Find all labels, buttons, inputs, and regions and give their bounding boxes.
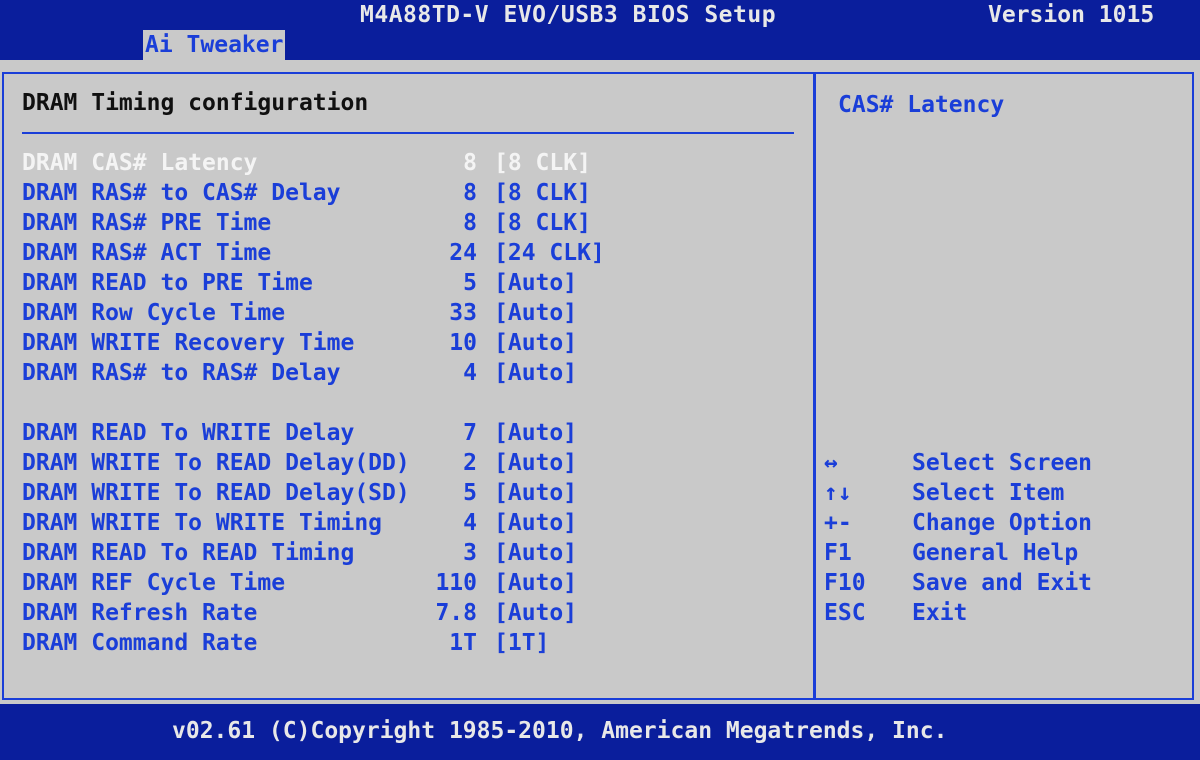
setting-row-command-rate[interactable]: DRAM Command Rate 1T [1T] bbox=[22, 630, 802, 660]
setting-value: 4 bbox=[463, 360, 477, 386]
plus-minus-icon: +- bbox=[824, 510, 852, 536]
setting-row-ras-to-cas-delay[interactable]: DRAM RAS# to CAS# Delay 8 [8 CLK] bbox=[22, 180, 802, 210]
setting-row-refresh-rate[interactable]: DRAM Refresh Rate 7.8 [Auto] bbox=[22, 600, 802, 630]
setting-value: 8 bbox=[463, 210, 477, 236]
setting-value: 8 bbox=[463, 150, 477, 176]
setting-option[interactable]: [Auto] bbox=[494, 600, 577, 626]
key-hint-save-exit: F10 Save and Exit bbox=[824, 570, 1184, 600]
setting-option[interactable]: [Auto] bbox=[494, 540, 577, 566]
setting-option[interactable]: [Auto] bbox=[494, 420, 577, 446]
key-hint-label: Save and Exit bbox=[912, 570, 1093, 596]
setting-row-cas-latency[interactable]: DRAM CAS# Latency 8 [8 CLK] bbox=[22, 150, 802, 180]
tab-ai-tweaker[interactable]: Ai Tweaker bbox=[143, 30, 286, 60]
setting-row-ref-cycle-time[interactable]: DRAM REF Cycle Time 110 [Auto] bbox=[22, 570, 802, 600]
setting-option[interactable]: [8 CLK] bbox=[494, 210, 591, 236]
key-hint-change-option: +- Change Option bbox=[824, 510, 1184, 540]
setting-value: 110 bbox=[435, 570, 477, 596]
setting-row-write-to-write-timing[interactable]: DRAM WRITE To WRITE Timing 4 [Auto] bbox=[22, 510, 802, 540]
setting-option[interactable]: [8 CLK] bbox=[494, 180, 591, 206]
setting-label: DRAM Refresh Rate bbox=[22, 600, 258, 626]
setting-value: 33 bbox=[449, 300, 477, 326]
up-down-arrows-icon: ↑↓ bbox=[824, 480, 852, 506]
setting-row-read-to-read-timing[interactable]: DRAM READ To READ Timing 3 [Auto] bbox=[22, 540, 802, 570]
key-hint-label: Select Item bbox=[912, 480, 1065, 506]
bios-version: Version 1015 bbox=[988, 2, 1155, 28]
key-hint-exit: ESC Exit bbox=[824, 600, 1184, 630]
setting-row-write-recovery-time[interactable]: DRAM WRITE Recovery Time 10 [Auto] bbox=[22, 330, 802, 360]
copyright-text: v02.61 (C)Copyright 1985-2010, American … bbox=[172, 718, 948, 744]
setting-label: DRAM REF Cycle Time bbox=[22, 570, 286, 596]
help-title: CAS# Latency bbox=[838, 92, 1005, 118]
setting-value: 2 bbox=[463, 450, 477, 476]
setting-value: 5 bbox=[463, 270, 477, 296]
section-rule bbox=[22, 132, 794, 134]
setting-label: DRAM WRITE To READ Delay(DD) bbox=[22, 450, 410, 476]
main-area: DRAM Timing configuration DRAM CAS# Late… bbox=[0, 60, 1200, 704]
setting-label: DRAM WRITE Recovery Time bbox=[22, 330, 355, 356]
key-f1: F1 bbox=[824, 540, 852, 566]
setting-value: 7.8 bbox=[435, 600, 477, 626]
key-esc: ESC bbox=[824, 600, 866, 626]
bios-title: M4A88TD-V EVO/USB3 BIOS Setup bbox=[360, 2, 777, 28]
setting-label: DRAM WRITE To READ Delay(SD) bbox=[22, 480, 410, 506]
panel-divider bbox=[813, 72, 816, 700]
setting-value: 8 bbox=[463, 180, 477, 206]
key-hint-select-screen: ↔ Select Screen bbox=[824, 450, 1184, 480]
setting-label: DRAM READ To WRITE Delay bbox=[22, 420, 355, 446]
setting-value: 7 bbox=[463, 420, 477, 446]
setting-row-ras-to-ras-delay[interactable]: DRAM RAS# to RAS# Delay 4 [Auto] bbox=[22, 360, 802, 390]
setting-value: 4 bbox=[463, 510, 477, 536]
setting-label: DRAM RAS# ACT Time bbox=[22, 240, 272, 266]
setting-row-write-to-read-delay-dd[interactable]: DRAM WRITE To READ Delay(DD) 2 [Auto] bbox=[22, 450, 802, 480]
setting-option[interactable]: [Auto] bbox=[494, 360, 577, 386]
setting-option[interactable]: [Auto] bbox=[494, 570, 577, 596]
setting-option[interactable]: [Auto] bbox=[494, 480, 577, 506]
setting-label: DRAM READ to PRE Time bbox=[22, 270, 313, 296]
setting-row-row-cycle-time[interactable]: DRAM Row Cycle Time 33 [Auto] bbox=[22, 300, 802, 330]
left-right-arrows-icon: ↔ bbox=[824, 450, 838, 476]
setting-value: 1T bbox=[449, 630, 477, 656]
setting-row-ras-act-time[interactable]: DRAM RAS# ACT Time 24 [24 CLK] bbox=[22, 240, 802, 270]
setting-option[interactable]: [Auto] bbox=[494, 450, 577, 476]
setting-value: 24 bbox=[449, 240, 477, 266]
setting-option[interactable]: [1T] bbox=[494, 630, 549, 656]
setting-option[interactable]: [Auto] bbox=[494, 510, 577, 536]
key-f10: F10 bbox=[824, 570, 866, 596]
key-hint-label: Change Option bbox=[912, 510, 1093, 536]
tab-bar: Ai Tweaker bbox=[0, 30, 1200, 60]
setting-value: 5 bbox=[463, 480, 477, 506]
setting-label: DRAM Row Cycle Time bbox=[22, 300, 286, 326]
setting-label: DRAM WRITE To WRITE Timing bbox=[22, 510, 383, 536]
title-bar: M4A88TD-V EVO/USB3 BIOS Setup Version 10… bbox=[0, 0, 1200, 30]
setting-option[interactable]: [Auto] bbox=[494, 330, 577, 356]
setting-option[interactable]: [Auto] bbox=[494, 270, 577, 296]
setting-label: DRAM CAS# Latency bbox=[22, 150, 258, 176]
key-hint-general-help: F1 General Help bbox=[824, 540, 1184, 570]
setting-label: DRAM READ To READ Timing bbox=[22, 540, 355, 566]
key-hint-label: Select Screen bbox=[912, 450, 1093, 476]
section-title: DRAM Timing configuration bbox=[22, 90, 369, 116]
setting-row-read-to-pre-time[interactable]: DRAM READ to PRE Time 5 [Auto] bbox=[22, 270, 802, 300]
key-hint-label: General Help bbox=[912, 540, 1079, 566]
setting-label: DRAM RAS# to RAS# Delay bbox=[22, 360, 341, 386]
setting-row-read-to-write-delay[interactable]: DRAM READ To WRITE Delay 7 [Auto] bbox=[22, 420, 802, 450]
setting-value: 3 bbox=[463, 540, 477, 566]
setting-option[interactable]: [24 CLK] bbox=[494, 240, 605, 266]
setting-label: DRAM RAS# to CAS# Delay bbox=[22, 180, 341, 206]
setting-row-write-to-read-delay-sd[interactable]: DRAM WRITE To READ Delay(SD) 5 [Auto] bbox=[22, 480, 802, 510]
setting-option[interactable]: [Auto] bbox=[494, 300, 577, 326]
footer-bar: v02.61 (C)Copyright 1985-2010, American … bbox=[0, 704, 1200, 752]
key-hint-select-item: ↑↓ Select Item bbox=[824, 480, 1184, 510]
setting-option[interactable]: [8 CLK] bbox=[494, 150, 591, 176]
setting-label: DRAM RAS# PRE Time bbox=[22, 210, 272, 236]
setting-value: 10 bbox=[449, 330, 477, 356]
setting-row-ras-pre-time[interactable]: DRAM RAS# PRE Time 8 [8 CLK] bbox=[22, 210, 802, 240]
setting-label: DRAM Command Rate bbox=[22, 630, 258, 656]
key-hint-label: Exit bbox=[912, 600, 968, 626]
